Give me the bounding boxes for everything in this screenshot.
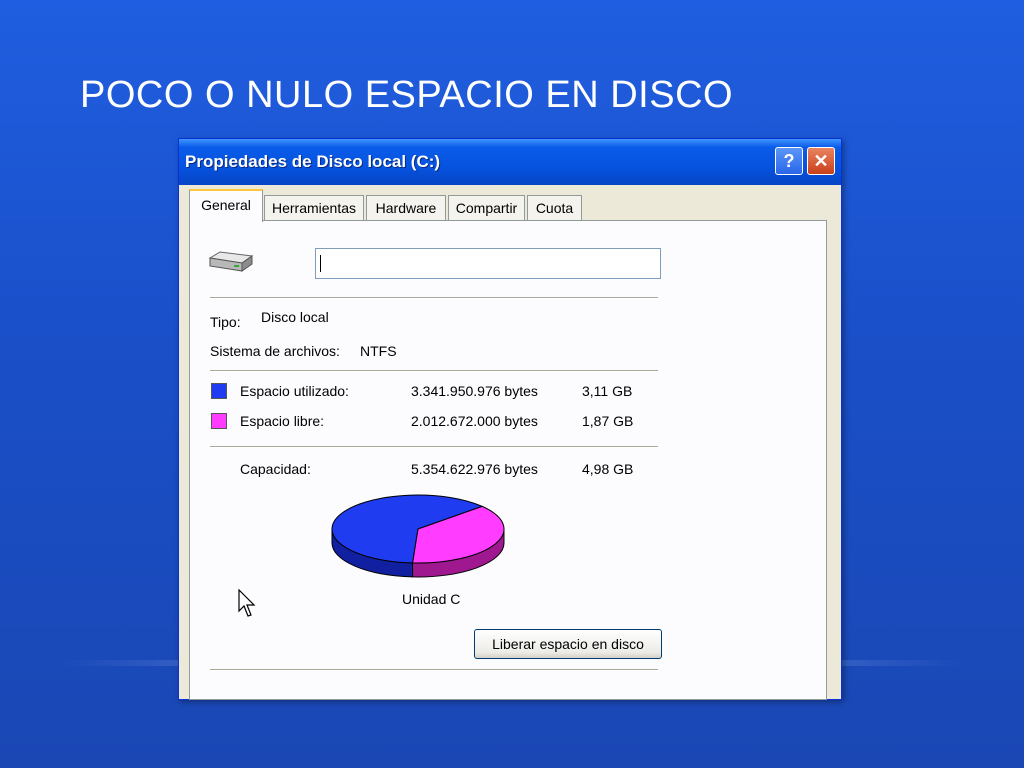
close-button[interactable]: ✕ (807, 147, 835, 175)
tipo-label: Tipo: (210, 314, 241, 330)
drive-label: Unidad C (402, 591, 461, 607)
tipo-value: Disco local (261, 309, 329, 325)
hard-drive-icon (208, 251, 254, 272)
free-space-swatch (211, 413, 227, 429)
slide-title: POCO O NULO ESPACIO EN DISCO (80, 74, 734, 116)
disk-cleanup-button[interactable]: Liberar espacio en disco (474, 629, 662, 659)
free-space-bytes: 2.012.672.000 bytes (411, 413, 538, 429)
disk-usage-pie-chart (331, 494, 505, 578)
separator (210, 297, 658, 299)
tab-compartir[interactable]: Compartir (448, 195, 525, 221)
separator (210, 669, 658, 671)
mouse-pointer-icon (238, 589, 256, 617)
drive-name-input[interactable] (315, 248, 661, 279)
window-title: Propiedades de Disco local (C:) (185, 152, 441, 171)
properties-dialog: Propiedades de Disco local (C:) ? ✕ Gene… (178, 138, 842, 700)
tab-hardware[interactable]: Hardware (366, 195, 446, 221)
text-caret (320, 255, 321, 272)
capacity-bytes: 5.354.622.976 bytes (411, 461, 538, 477)
used-space-swatch (211, 383, 227, 399)
capacity-label: Capacidad: (240, 461, 311, 477)
used-space-bytes: 3.341.950.976 bytes (411, 383, 538, 399)
title-bar[interactable]: Propiedades de Disco local (C:) ? ✕ (179, 139, 841, 185)
used-space-size: 3,11 GB (582, 383, 633, 399)
capacity-size: 4,98 GB (582, 461, 634, 477)
free-space-label: Espacio libre: (240, 413, 325, 429)
filesystem-value: NTFS (360, 343, 397, 359)
separator (210, 446, 658, 448)
tab-herramientas[interactable]: Herramientas (264, 195, 364, 221)
used-space-label: Espacio utilizado: (240, 383, 349, 399)
tab-general[interactable]: General (189, 189, 263, 222)
free-space-size: 1,87 GB (582, 413, 634, 429)
separator (210, 370, 658, 372)
general-panel: Tipo: Disco local Sistema de archivos: N… (189, 220, 827, 700)
help-button[interactable]: ? (775, 147, 803, 175)
tab-cuota[interactable]: Cuota (527, 195, 582, 221)
filesystem-label: Sistema de archivos: (210, 343, 340, 359)
